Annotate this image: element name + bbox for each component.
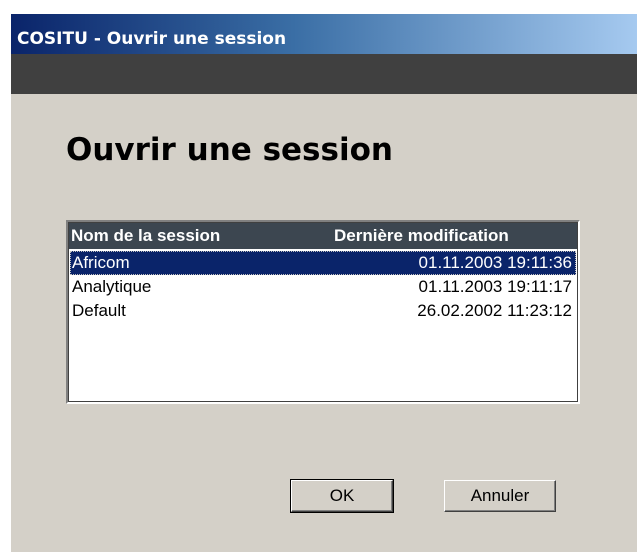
- list-item-analytique[interactable]: Analytique 01.11.2003 19:11:17: [70, 275, 576, 299]
- session-list[interactable]: Nom de la session Dernière modification …: [66, 220, 580, 404]
- column-header-modified[interactable]: Dernière modification: [334, 226, 509, 246]
- list-rows: Africom 01.11.2003 19:11:36 Analytique 0…: [70, 251, 576, 323]
- session-modified: 26.02.2002 11:23:12: [417, 301, 572, 320]
- ok-button[interactable]: OK: [290, 479, 394, 513]
- session-modified: 01.11.2003 19:11:36: [418, 253, 572, 272]
- cancel-button[interactable]: Annuler: [444, 480, 556, 512]
- page-title: Ouvrir une session: [66, 132, 393, 168]
- list-item-africom[interactable]: Africom 01.11.2003 19:11:36: [70, 251, 576, 275]
- dialog-window: COSITU - Ouvrir une session Ouvrir une s…: [10, 13, 637, 552]
- toolbar-band: [11, 54, 637, 94]
- column-header-name[interactable]: Nom de la session: [71, 226, 220, 246]
- session-name: Default: [72, 301, 126, 320]
- session-name: Analytique: [72, 277, 152, 296]
- list-header: Nom de la session Dernière modification: [69, 223, 577, 249]
- title-bar[interactable]: COSITU - Ouvrir une session: [11, 14, 637, 54]
- session-name: Africom: [72, 253, 130, 272]
- session-modified: 01.11.2003 19:11:17: [418, 277, 572, 296]
- window-title: COSITU - Ouvrir une session: [17, 29, 287, 49]
- list-item-default[interactable]: Default 26.02.2002 11:23:12: [70, 299, 576, 323]
